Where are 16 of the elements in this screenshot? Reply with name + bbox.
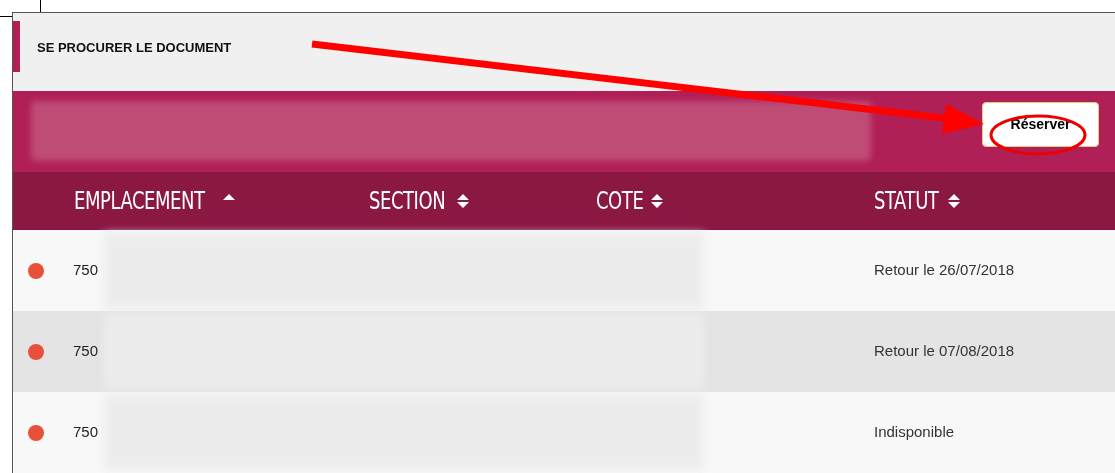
column-header[interactable]: EMPLACEMENT — [74, 182, 205, 220]
table-cell-text: 750 — [73, 260, 100, 281]
reserve-button[interactable]: Réserver — [982, 101, 1099, 147]
table-cell-text: 750 — [73, 422, 100, 443]
accent-bar — [13, 21, 20, 72]
section-title: SE PROCURER LE DOCUMENT — [37, 39, 232, 57]
sort-icon[interactable] — [947, 192, 962, 211]
column-header[interactable]: COTE — [596, 182, 644, 220]
table-cell-text: Retour le 07/08/2018 — [874, 341, 1015, 362]
column-header[interactable]: SECTION — [369, 182, 446, 220]
column-header[interactable]: STATUT — [874, 182, 939, 220]
sort-icon[interactable] — [649, 192, 664, 211]
table-cell-text: 750 — [73, 341, 100, 362]
sort-icon[interactable] — [455, 192, 470, 211]
table-cell-text: Indisponible — [874, 422, 955, 443]
table-cell-text: Retour le 26/07/2018 — [874, 260, 1015, 281]
